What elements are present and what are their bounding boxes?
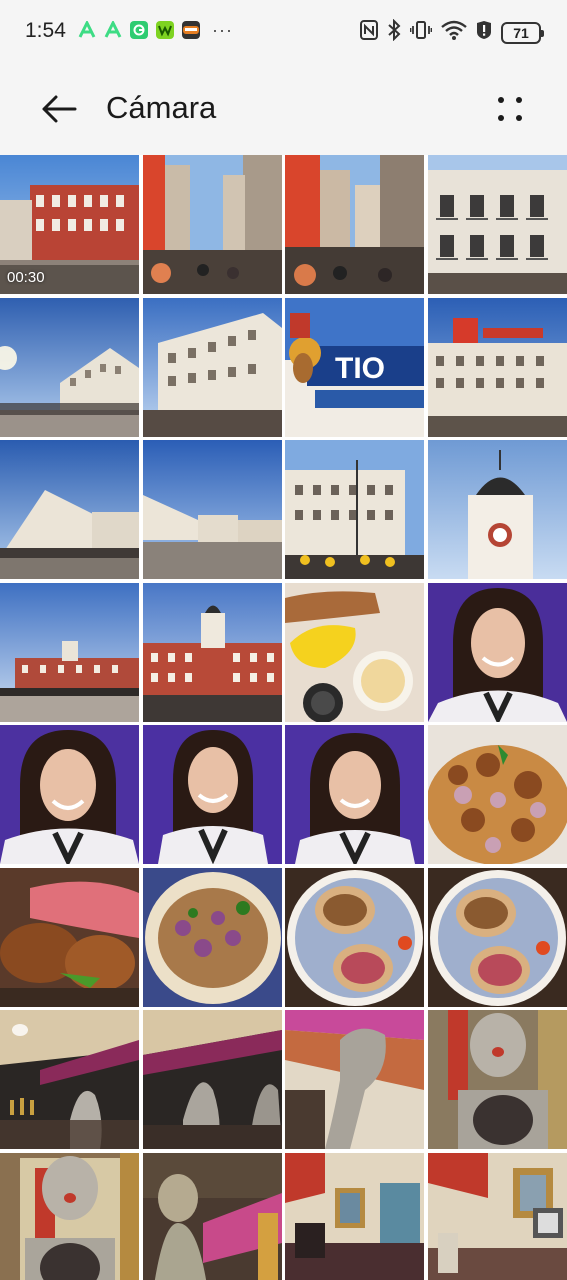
back-button[interactable] xyxy=(32,84,86,134)
app-g-icon xyxy=(130,21,148,39)
photo-thumbnail[interactable] xyxy=(0,1010,139,1149)
photo-thumbnail[interactable] xyxy=(0,867,139,1007)
photo-thumbnail[interactable] xyxy=(285,1010,425,1149)
arrow-left-icon xyxy=(42,95,77,123)
photo-thumbnail[interactable] xyxy=(142,1010,282,1149)
photo-thumbnail[interactable] xyxy=(142,1152,282,1280)
photo-thumbnail[interactable] xyxy=(428,725,567,864)
photo-thumbnail[interactable] xyxy=(428,1152,567,1280)
bluetooth-icon xyxy=(387,18,401,46)
status-time: 1:54 xyxy=(25,19,66,42)
photo-thumbnail[interactable] xyxy=(0,582,139,722)
photo-thumbnail[interactable] xyxy=(428,297,567,437)
photo-thumbnail[interactable] xyxy=(285,440,425,579)
alert-icon xyxy=(476,20,492,45)
photo-thumbnail[interactable]: 00:30 xyxy=(0,155,139,294)
photo-thumbnail[interactable] xyxy=(285,155,425,294)
photo-thumbnail[interactable] xyxy=(285,725,425,864)
photo-thumbnail[interactable] xyxy=(142,867,282,1007)
photo-thumbnail[interactable] xyxy=(0,440,139,579)
photo-thumbnail[interactable] xyxy=(142,297,282,437)
system-icons: 71 xyxy=(360,18,544,46)
photo-thumbnail[interactable] xyxy=(428,867,567,1007)
notification-icons xyxy=(78,21,200,39)
photo-grid: 00:30 TIO xyxy=(0,155,567,1280)
app-bar: Cámara xyxy=(0,62,567,155)
battery-indicator: 71 xyxy=(501,21,544,44)
vibrate-icon xyxy=(409,20,433,45)
photo-thumbnail[interactable] xyxy=(285,867,425,1007)
photo-thumbnail[interactable] xyxy=(0,725,139,864)
more-options-icon xyxy=(498,97,522,121)
photo-thumbnail[interactable] xyxy=(285,1152,425,1280)
photo-thumbnail[interactable] xyxy=(428,440,567,579)
app-a-icon xyxy=(104,21,122,39)
photo-thumbnail[interactable] xyxy=(428,155,567,294)
nfc-icon xyxy=(360,20,378,45)
more-notifications-indicator: ··· xyxy=(212,20,233,40)
photo-thumbnail[interactable] xyxy=(285,582,425,722)
photo-thumbnail[interactable] xyxy=(142,155,282,294)
photo-thumbnail[interactable] xyxy=(142,725,282,864)
photo-thumbnail[interactable] xyxy=(142,440,282,579)
app-a-icon xyxy=(78,21,96,39)
status-bar: 1:54 ··· 71 xyxy=(0,0,567,62)
photo-thumbnail[interactable]: TIO xyxy=(285,297,425,437)
more-options-button[interactable] xyxy=(485,84,535,134)
page-title: Cámara xyxy=(106,90,217,125)
video-duration: 00:30 xyxy=(7,269,45,286)
photo-thumbnail[interactable] xyxy=(0,297,139,437)
photo-thumbnail[interactable] xyxy=(142,582,282,722)
photo-thumbnail[interactable] xyxy=(428,1010,567,1149)
photo-thumbnail[interactable] xyxy=(0,1152,139,1280)
app-w-icon xyxy=(156,21,174,39)
app-photo-icon xyxy=(182,21,200,39)
sign-text: TIO xyxy=(335,352,385,385)
photo-thumbnail[interactable] xyxy=(428,582,567,722)
wifi-icon xyxy=(441,20,467,45)
